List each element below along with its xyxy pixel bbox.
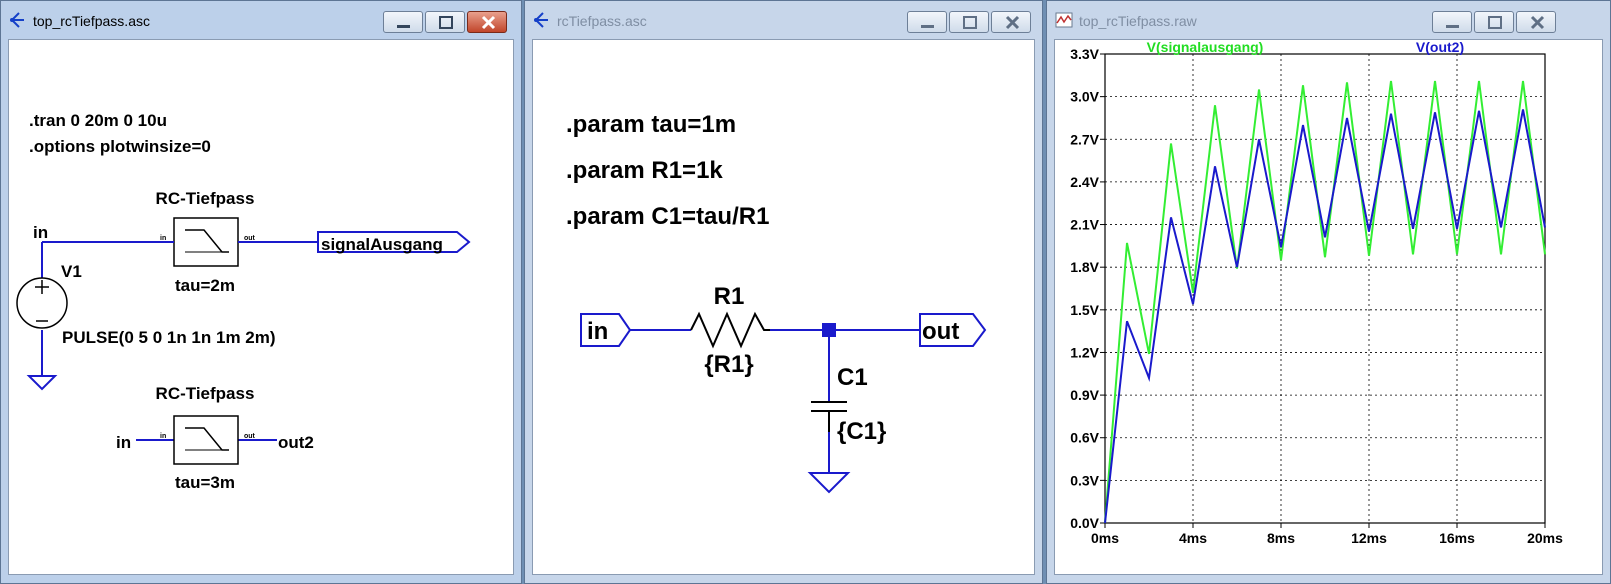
input-port-in[interactable]: in	[580, 313, 632, 347]
port-label: signalAusgang	[321, 235, 443, 254]
y-tick-label: 0.9V	[1070, 387, 1099, 403]
capacitor-name: C1	[837, 364, 868, 391]
port-label: in	[587, 318, 608, 345]
minimize-button[interactable]	[1432, 11, 1472, 33]
x-tick-label: 16ms	[1439, 530, 1475, 546]
window-title: rcTiefpass.asc	[557, 13, 647, 29]
close-button[interactable]	[467, 11, 507, 33]
maximize-icon	[439, 16, 453, 29]
schematic-canvas[interactable]: .param tau=1m .param R1=1k .param C1=tau…	[532, 39, 1035, 575]
block2-name: RC-Tiefpass	[156, 384, 255, 403]
x-tick-label: 8ms	[1267, 530, 1295, 546]
y-tick-label: 3.0V	[1070, 89, 1099, 105]
y-tick-label: 0.6V	[1070, 430, 1099, 446]
close-icon	[481, 15, 496, 30]
close-button[interactable]	[991, 11, 1031, 33]
minimize-button[interactable]	[383, 11, 423, 33]
window-title: top_rcTiefpass.asc	[33, 13, 150, 29]
param-r1-directive[interactable]: .param R1=1k	[566, 157, 723, 184]
junction-dot	[822, 323, 836, 337]
net-label-in-2[interactable]: in	[116, 433, 131, 452]
voltage-source-v1[interactable]	[16, 277, 68, 329]
block1-name: RC-Tiefpass	[156, 189, 255, 208]
close-button[interactable]	[1516, 11, 1556, 33]
maximize-icon	[963, 16, 977, 29]
signal-ausgang-port[interactable]: signalAusgang	[317, 231, 471, 254]
y-tick-label: 2.7V	[1070, 131, 1099, 147]
y-axis-ticks: 0.0V 0.3V 0.6V 0.9V 1.2V 1.5V 1.8V 2.1V 2.4V 2.7V…	[1070, 46, 1105, 531]
y-tick-label: 3.3V	[1070, 46, 1099, 62]
ground-symbol	[807, 472, 851, 494]
tran-directive[interactable]: .tran 0 20m 0 10u	[29, 111, 167, 130]
y-tick-label: 2.1V	[1070, 217, 1099, 233]
block1-param[interactable]: tau=2m	[175, 276, 235, 295]
ltspice-icon	[10, 12, 24, 28]
param-tau-directive[interactable]: .param tau=1m	[566, 111, 736, 138]
minimize-icon	[397, 25, 410, 28]
legend-label[interactable]: V(out2)	[1416, 40, 1464, 55]
port-label: out	[922, 318, 959, 345]
net-label-in[interactable]: in	[33, 223, 48, 242]
options-directive[interactable]: .options plotwinsize=0	[29, 137, 211, 156]
schematic-window-sub: rcTiefpass.asc .param tau=1m .param R1=1…	[524, 0, 1043, 584]
resistor-value[interactable]: {R1}	[704, 351, 753, 378]
y-tick-label: 1.2V	[1070, 344, 1099, 360]
block1-pin-out: out	[244, 235, 256, 242]
ground-symbol	[26, 375, 58, 391]
minimize-icon	[1446, 25, 1459, 28]
x-tick-label: 0ms	[1091, 530, 1119, 546]
schematic-window-top: top_rcTiefpass.asc .tran 0 20m 0 10u .op…	[0, 0, 522, 584]
capacitor-value[interactable]: {C1}	[837, 418, 886, 445]
block2-pin-in: in	[160, 433, 166, 440]
y-tick-label: 2.4V	[1070, 174, 1099, 190]
y-tick-label: 1.5V	[1070, 302, 1099, 318]
waveform-window: top_rcTiefpass.raw 0.0V 0.3V 0.6V 0.9V 1.2V 1…	[1046, 0, 1611, 584]
title-bar[interactable]: top_rcTiefpass.asc	[1, 1, 521, 39]
title-bar[interactable]: top_rcTiefpass.raw	[1047, 1, 1610, 39]
block2-pin-out: out	[244, 433, 256, 440]
x-tick-label: 4ms	[1179, 530, 1207, 546]
resistor-name: R1	[714, 283, 745, 310]
x-axis-ticks: 0ms 4ms 8ms 12ms 16ms 20ms	[1091, 523, 1563, 546]
close-icon	[1005, 15, 1020, 30]
legend-label[interactable]: V(signalausgang)	[1147, 40, 1264, 55]
maximize-button[interactable]	[949, 11, 989, 33]
waveform-plot[interactable]: 0.0V 0.3V 0.6V 0.9V 1.2V 1.5V 1.8V 2.1V 2.4V 2.7V…	[1055, 40, 1604, 568]
x-tick-label: 20ms	[1527, 530, 1563, 546]
minimize-button[interactable]	[907, 11, 947, 33]
maximize-button[interactable]	[1474, 11, 1514, 33]
source-name: V1	[61, 262, 82, 281]
plot-pane[interactable]: 0.0V 0.3V 0.6V 0.9V 1.2V 1.5V 1.8V 2.1V 2.4V 2.7V…	[1054, 39, 1603, 575]
maximize-button[interactable]	[425, 11, 465, 33]
plot-frame	[1104, 53, 1546, 524]
trace-legend[interactable]: V(signalausgang) V(out2)	[1147, 40, 1464, 55]
close-icon	[1530, 15, 1545, 30]
param-c1-directive[interactable]: .param C1=tau/R1	[566, 203, 769, 230]
y-tick-label: 0.0V	[1070, 515, 1099, 531]
schematic-canvas[interactable]: .tran 0 20m 0 10u .options plotwinsize=0…	[8, 39, 514, 575]
net-label-out2[interactable]: out2	[278, 433, 314, 452]
block2-param[interactable]: tau=3m	[175, 473, 235, 492]
output-port-out[interactable]: out	[919, 313, 987, 347]
source-value[interactable]: PULSE(0 5 0 1n 1n 1m 2m)	[62, 328, 276, 347]
x-tick-label: 12ms	[1351, 530, 1387, 546]
ltspice-icon	[534, 12, 548, 28]
schematic-drawing: .param tau=1m .param R1=1k .param C1=tau…	[566, 111, 987, 494]
y-tick-label: 0.3V	[1070, 472, 1099, 488]
maximize-icon	[1488, 16, 1502, 29]
plot-grid	[1104, 53, 1546, 524]
waveform-app-icon	[1055, 12, 1073, 28]
schematic-drawing: .tran 0 20m 0 10u .options plotwinsize=0…	[16, 111, 471, 492]
title-bar[interactable]: rcTiefpass.asc	[525, 1, 1042, 39]
minimize-icon	[921, 25, 934, 28]
resistor-r1[interactable]	[690, 311, 770, 349]
window-title: top_rcTiefpass.raw	[1079, 13, 1197, 29]
block1-pin-in: in	[160, 235, 166, 242]
y-tick-label: 1.8V	[1070, 259, 1099, 275]
